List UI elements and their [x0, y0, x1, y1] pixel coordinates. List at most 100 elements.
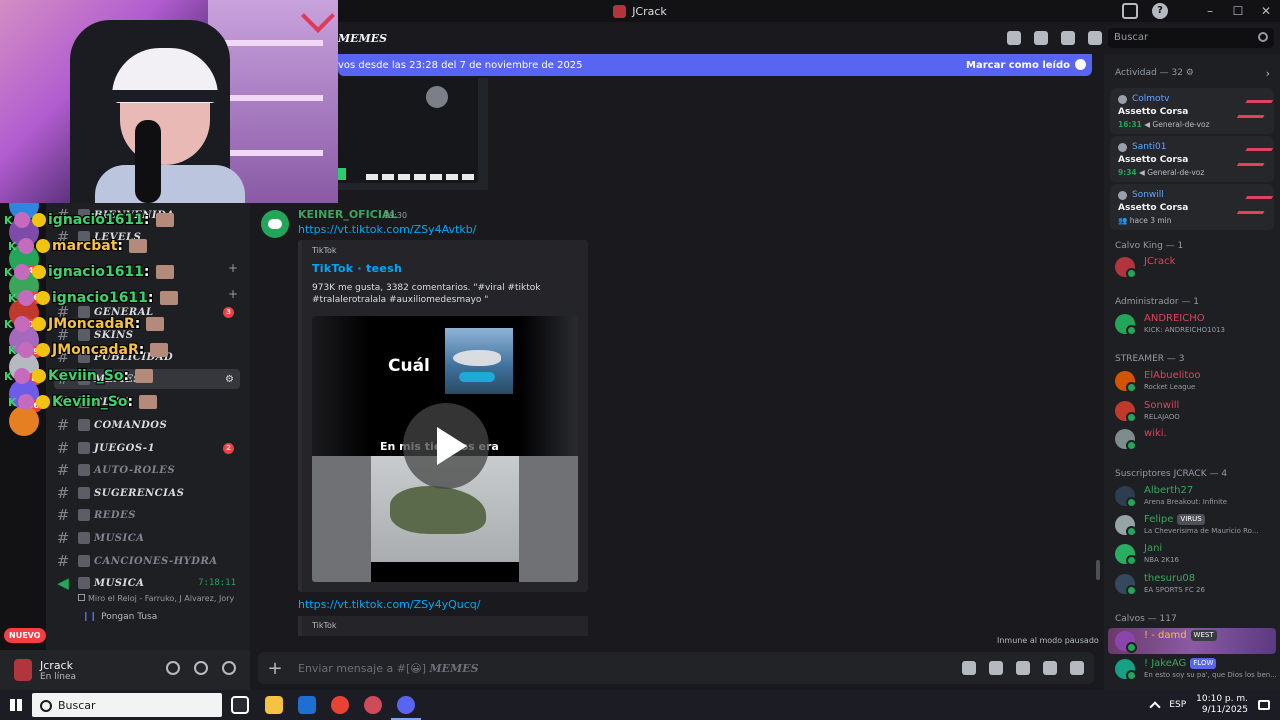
server-icon[interactable]: 29 [9, 325, 42, 358]
play-icon[interactable] [403, 403, 489, 489]
member-item[interactable]: Alberth27 Arena Breakout: Infinite [1115, 484, 1275, 508]
add-channel-icon[interactable]: + [228, 261, 238, 275]
message-link-2[interactable]: https://vt.tiktok.com/ZSy4yQucq/ [298, 598, 481, 611]
channel-redes[interactable]: # REDES [54, 505, 240, 525]
channel-levels[interactable]: # LEVELS [54, 227, 240, 247]
language-indicator[interactable]: ESP [1169, 700, 1186, 710]
taskbar-search[interactable]: Buscar [32, 693, 222, 717]
channel-bienvenida[interactable]: # BIENVENIDA [54, 205, 240, 225]
member-name: ANDREICHO [1144, 313, 1205, 324]
activity-card[interactable]: Santi01 Assetto Corsa 9:34 ◀ General-de-vo… [1110, 136, 1274, 182]
search-input[interactable]: Buscar [1108, 28, 1274, 48]
server-icon[interactable] [9, 217, 39, 247]
member-item[interactable]: Jani NBA 2K16 [1115, 542, 1275, 566]
channel-canciones-hydra[interactable]: # CANCIONES-HYDRA [54, 551, 240, 571]
member-item[interactable]: ! - damd WEST [1115, 629, 1275, 653]
member-item[interactable]: JCrack [1115, 255, 1275, 279]
scrollbar[interactable] [1096, 560, 1100, 580]
member-item[interactable]: ElAbuelitoo Rocket League [1115, 369, 1275, 393]
help-icon[interactable]: ? [1152, 3, 1168, 19]
chrome-icon[interactable] [331, 696, 349, 714]
activity-game: Assetto Corsa [1118, 155, 1189, 165]
video-blur-left [312, 456, 371, 582]
headset-icon[interactable] [194, 661, 208, 675]
channel-general[interactable]: # GENERAL 3 [54, 302, 240, 322]
member-item[interactable]: wiki. [1115, 427, 1275, 451]
member-item[interactable]: Felipe VIRUS La Cheverisima de Mauricio Ro… [1115, 513, 1275, 537]
member-item[interactable]: thesuru08 EA SPORTS FC 26 [1115, 572, 1275, 596]
channel-emoji-icon [78, 306, 90, 318]
channel-sugerencias[interactable]: # SUGERENCIAS [54, 483, 240, 503]
channel-memes[interactable]: # MEMES ⚙ [54, 369, 240, 389]
minimize-button[interactable]: – [1196, 4, 1224, 18]
members-icon[interactable] [1088, 31, 1102, 45]
embed-video[interactable]: Cuál En mis tiempos era [312, 316, 578, 582]
voice-channel-musica[interactable]: ◀ MUSICA 7:18:11 [54, 573, 240, 593]
server-icon[interactable]: 36 [9, 271, 42, 304]
channel-juegos-1[interactable]: # JUEGOS-1 2 [54, 438, 240, 458]
server-icon[interactable] [9, 406, 39, 436]
threads-icon[interactable] [1007, 31, 1021, 45]
close-button[interactable]: ✕ [1252, 4, 1280, 18]
file-explorer-icon[interactable] [265, 696, 283, 714]
apps-icon[interactable] [1070, 661, 1084, 675]
channel-clips[interactable]: # CLIPS [54, 392, 240, 412]
composer-icons [962, 661, 1084, 675]
previous-image-embed[interactable] [338, 78, 488, 190]
inbox-icon[interactable] [1122, 3, 1138, 19]
channel-skins[interactable]: # SKINS [54, 325, 240, 345]
maximize-button[interactable]: ☐ [1224, 4, 1252, 18]
gear-icon[interactable] [222, 661, 236, 675]
app-icon[interactable] [364, 696, 382, 714]
windows-start-icon[interactable] [10, 699, 22, 711]
channel-title: MEMES [338, 31, 388, 45]
server-icon[interactable]: 306 [9, 379, 42, 412]
chevron-up-icon[interactable] [1149, 701, 1161, 713]
gif-icon[interactable] [989, 661, 1003, 675]
microphone-icon[interactable] [166, 661, 180, 675]
discord-logo-avatar[interactable] [261, 210, 289, 238]
channel-auto-roles[interactable]: # AUTO-ROLES [54, 460, 240, 480]
notifications-icon[interactable] [1258, 700, 1270, 710]
mark-as-read-button[interactable]: Marcar como leído [966, 60, 1070, 71]
pin-icon[interactable] [1061, 31, 1075, 45]
clock[interactable]: 10:10 p. m. 9/11/2025 [1196, 694, 1248, 716]
member-item[interactable]: ANDREICHO KICK: ANDREICHO1013 [1115, 312, 1275, 336]
emoji-icon[interactable] [1043, 661, 1057, 675]
message-composer[interactable]: + Enviar mensaje a #[😀] MEMES [258, 652, 1094, 684]
gift-icon[interactable] [962, 661, 976, 675]
member-name: thesuru08 [1144, 573, 1195, 584]
channel-name: SUGERENCIAS [94, 487, 185, 499]
sticker-icon[interactable] [1016, 661, 1030, 675]
message-input[interactable]: Enviar mensaje a #[😀] MEMES [298, 662, 479, 675]
task-view-icon[interactable] [231, 696, 249, 714]
user-info[interactable]: Jcrack En línea [40, 659, 76, 682]
channel-comandos[interactable]: # COMANDOS [54, 415, 240, 435]
member-item[interactable]: Sonwill RELAJAOO [1115, 399, 1275, 423]
message-author[interactable]: KEINER_OFICIAL [298, 208, 397, 221]
message-link[interactable]: https://vt.tiktok.com/ZSy4Avtkb/ [298, 223, 476, 236]
channel-settings-icon[interactable]: ⚙ [225, 374, 234, 385]
attach-button[interactable]: + [258, 658, 292, 679]
voice-member[interactable]: ❙❙ Pongan Tusa [82, 612, 157, 622]
new-messages-bar[interactable]: vos desde las 23:28 del 7 de noviembre d… [338, 54, 1092, 76]
headphones [112, 90, 218, 102]
channel-musica[interactable]: # MUSICA [54, 528, 240, 548]
server-icon[interactable]: 8 [9, 352, 42, 385]
activity-header[interactable]: Actividad — 32 ⚙ [1115, 68, 1194, 78]
activity-card[interactable]: Colmotv Assetto Corsa 16:31 ◀ General-de-v… [1110, 88, 1274, 134]
server-icon[interactable]: 100 [9, 298, 42, 331]
chevron-right-icon[interactable]: › [1266, 67, 1270, 80]
channel-publicidad[interactable]: # PUBLICIDAD [54, 347, 240, 367]
activity-card[interactable]: Sonwill Assetto Corsa 👥 hace 3 min [1110, 184, 1274, 230]
bell-icon[interactable] [1034, 31, 1048, 45]
outlook-icon[interactable] [298, 696, 316, 714]
discord-taskbar-icon[interactable] [391, 696, 421, 720]
member-item[interactable]: ! JakeAG FLOW En esto soy su pa', que Dios… [1115, 657, 1276, 681]
avatar[interactable] [14, 659, 32, 681]
add-channel-icon[interactable]: + [228, 287, 238, 301]
server-icon[interactable]: 43 [9, 244, 42, 277]
member-name: Felipe VIRUS [1144, 514, 1205, 525]
assetto-corsa-icon [1236, 196, 1274, 214]
embed-title[interactable]: TikTok · teesh [312, 262, 402, 275]
